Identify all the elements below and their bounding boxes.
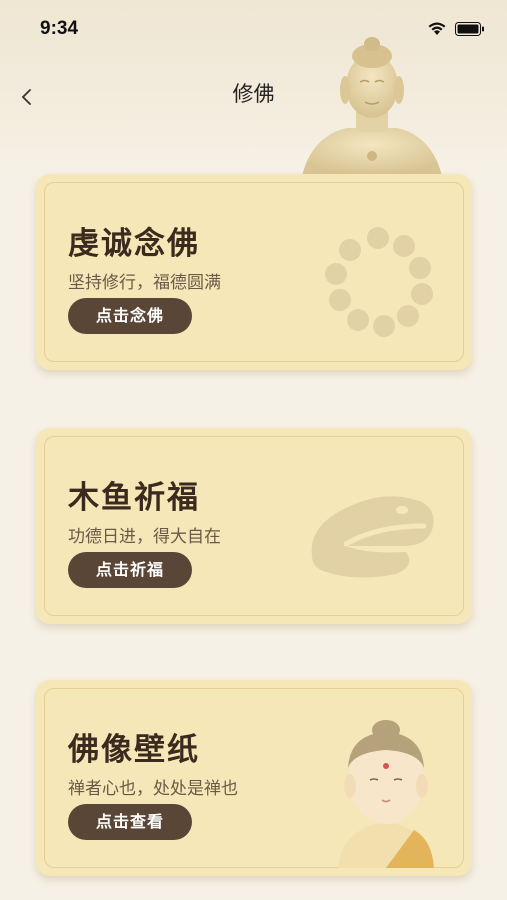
pray-button[interactable]: 点击祈福 <box>68 552 192 588</box>
card-title: 木鱼祈福 <box>68 480 200 516</box>
card-title: 佛像壁纸 <box>68 732 200 768</box>
card-subtitle: 功德日进，得大自在 <box>68 527 221 547</box>
card-subtitle: 坚持修行，福德圆满 <box>68 273 221 293</box>
wifi-icon <box>427 22 447 36</box>
card-buddha-wallpaper[interactable]: 佛像壁纸 禅者心也，处处是禅也 点击查看 <box>36 680 472 876</box>
card-chant-buddha[interactable]: 虔诚念佛 坚持修行，福德圆满 点击念佛 <box>36 174 472 370</box>
wooden-fish-icon <box>311 496 434 578</box>
battery-icon <box>455 22 485 36</box>
chant-button[interactable]: 点击念佛 <box>68 298 192 334</box>
card-wooden-fish[interactable]: 木鱼祈福 功德日进，得大自在 点击祈福 <box>36 428 472 624</box>
page-title: 修佛 <box>232 82 275 106</box>
status-bar: 9:34 <box>0 0 507 60</box>
view-button[interactable]: 点击查看 <box>68 804 192 840</box>
prayer-beads-icon <box>325 227 433 337</box>
status-icons <box>427 22 485 36</box>
card-subtitle: 禅者心也，处处是禅也 <box>68 779 238 799</box>
monk-icon <box>338 720 434 868</box>
navigation-bar: 修佛 <box>0 70 507 120</box>
card-title: 虔诚念佛 <box>68 226 200 262</box>
status-time: 9:34 <box>40 18 79 39</box>
